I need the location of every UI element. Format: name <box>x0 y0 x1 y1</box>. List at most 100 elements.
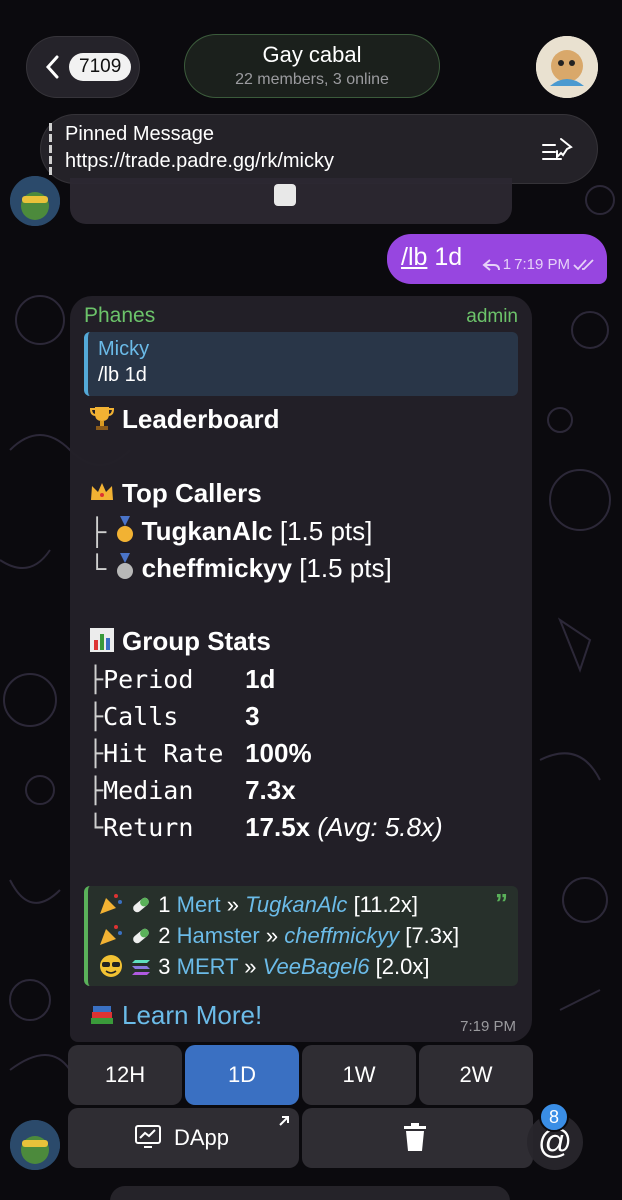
token-link[interactable]: Mert <box>177 892 221 917</box>
caller-link[interactable]: VeeBagel6 <box>263 954 370 979</box>
caller-points: [1.5 pts] <box>299 553 392 583</box>
silver-medal-icon <box>116 553 133 579</box>
party-popper-icon <box>100 925 122 945</box>
caller-link[interactable]: cheffmickyy <box>284 923 399 948</box>
stat-row: ├Hit Rate 100% <box>88 738 312 769</box>
call-row: 1 Mert » TugkanAlc [11.2x] <box>98 892 418 918</box>
call-rank: 1 <box>158 892 171 917</box>
recent-calls-quote: ” 1 Mert » TugkanAlc [11.2x] 2 Hamster » <box>84 886 518 986</box>
period-button-1d[interactable]: 1D <box>185 1045 299 1105</box>
pill-icon <box>133 928 149 944</box>
call-multiplier: [11.2x] <box>353 892 418 917</box>
frog-avatar-icon <box>10 1120 60 1170</box>
stat-label: Period <box>103 665 194 694</box>
delete-button[interactable] <box>302 1108 533 1168</box>
bar-chart-icon <box>90 628 114 652</box>
solana-icon <box>132 960 151 975</box>
tree-prefix: └ <box>88 553 107 583</box>
stat-label: Return <box>103 813 194 842</box>
chat-title: Gay cabal <box>262 42 362 67</box>
reply-count: 1 <box>502 256 512 273</box>
tree-prefix: ├ <box>88 702 104 731</box>
tree-prefix: ├ <box>88 665 104 694</box>
read-checkmarks-icon <box>573 258 594 270</box>
group-stats-heading: Group Stats <box>88 626 271 657</box>
separator: » <box>226 892 239 917</box>
sender-name[interactable]: Phanes <box>84 304 155 328</box>
token-link[interactable]: Hamster <box>177 923 260 948</box>
admin-badge: admin <box>466 306 518 327</box>
sender-avatar[interactable] <box>10 1120 60 1170</box>
group-avatar-icon <box>536 36 598 98</box>
top-caller-row: ├ TugkanAlc [1.5 pts] <box>88 516 372 547</box>
pill-icon <box>133 897 149 913</box>
stat-label: Calls <box>103 702 179 731</box>
period-button-2w[interactable]: 2W <box>419 1045 533 1105</box>
token-link[interactable]: MERT <box>177 954 239 979</box>
stat-value: 3 <box>245 701 260 731</box>
dapp-button[interactable]: DApp <box>68 1108 299 1168</box>
external-arrow-icon <box>279 1116 289 1126</box>
caller-name: TugkanAlc <box>141 516 273 546</box>
mentions-count-badge: 8 <box>539 1102 569 1132</box>
pinned-label: Pinned Message <box>65 123 214 145</box>
learn-more-link[interactable]: Learn More! <box>88 1000 262 1031</box>
outgoing-time: 7:19 PM <box>514 256 570 273</box>
checkbox-glyph <box>274 184 296 206</box>
group-stats-title: Group Stats <box>122 626 271 656</box>
command-arg: 1d <box>427 243 463 271</box>
crown-icon <box>91 483 113 500</box>
leaderboard-heading: Leaderboard <box>88 404 280 435</box>
stat-value: 1d <box>245 664 276 694</box>
trophy-icon <box>89 407 115 430</box>
call-rank: 3 <box>158 954 171 979</box>
stat-row: ├Period 1d <box>88 664 275 695</box>
party-popper-icon <box>100 894 122 914</box>
stat-value: 7.3x <box>245 775 296 805</box>
chat-avatar[interactable] <box>536 36 598 98</box>
stat-value: 100% <box>245 738 312 768</box>
pin-list-icon[interactable] <box>541 135 575 165</box>
leaderboard-title: Leaderboard <box>122 404 280 434</box>
stat-row: └Return 17.5x (Avg: 5.8x) <box>88 812 443 843</box>
chevron-left-icon <box>45 55 59 79</box>
call-rank: 2 <box>158 923 171 948</box>
trash-icon <box>404 1123 426 1151</box>
call-row: 2 Hamster » cheffmickyy [7.3x] <box>98 923 459 949</box>
input-bar[interactable] <box>110 1186 510 1200</box>
gold-medal-icon <box>116 516 133 542</box>
chat-title-pill[interactable]: Gay cabal 22 members, 3 online <box>184 34 440 98</box>
stat-row: ├Median 7.3x <box>88 775 296 806</box>
command-link[interactable]: /lb <box>401 243 427 271</box>
top-callers-title: Top Callers <box>122 478 262 508</box>
top-callers-heading: Top Callers <box>88 478 262 509</box>
pinned-indicator <box>49 123 52 177</box>
stat-label: Hit Rate <box>103 739 224 768</box>
chart-monitor-icon <box>135 1125 161 1148</box>
caller-points: [1.5 pts] <box>279 516 373 546</box>
quote-icon: ” <box>495 888 508 918</box>
stat-label: Median <box>103 776 194 805</box>
outgoing-message[interactable]: /lb 1d 1 7:19 PM <box>387 234 607 284</box>
books-icon <box>91 1006 113 1024</box>
reply-author: Micky <box>98 338 150 360</box>
tree-prefix: └ <box>88 813 104 842</box>
outgoing-meta: 1 7:19 PM <box>482 256 595 273</box>
bot-message[interactable]: Phanes admin Micky /lb 1d Leaderboard To… <box>70 296 532 1042</box>
period-button-12h[interactable]: 12H <box>68 1045 182 1105</box>
period-button-1w[interactable]: 1W <box>302 1045 416 1105</box>
unread-count-badge: 7109 <box>69 53 132 81</box>
frog-avatar-icon <box>10 176 60 226</box>
pinned-message-bar[interactable]: Pinned Message https://trade.padre.gg/rk… <box>40 114 598 184</box>
call-multiplier: [7.3x] <box>405 923 460 948</box>
caller-link[interactable]: TugkanAlc <box>245 892 347 917</box>
reply-quote[interactable]: Micky /lb 1d <box>84 332 518 396</box>
separator: » <box>265 923 279 948</box>
back-button[interactable]: 7109 <box>26 36 140 98</box>
sender-avatar[interactable] <box>10 176 60 226</box>
caller-name: cheffmickyy <box>141 553 292 583</box>
reply-text: /lb 1d <box>98 364 147 386</box>
previous-message-bubble <box>70 178 512 224</box>
dapp-label: DApp <box>174 1125 230 1150</box>
stat-extra: (Avg: 5.8x) <box>317 812 443 842</box>
